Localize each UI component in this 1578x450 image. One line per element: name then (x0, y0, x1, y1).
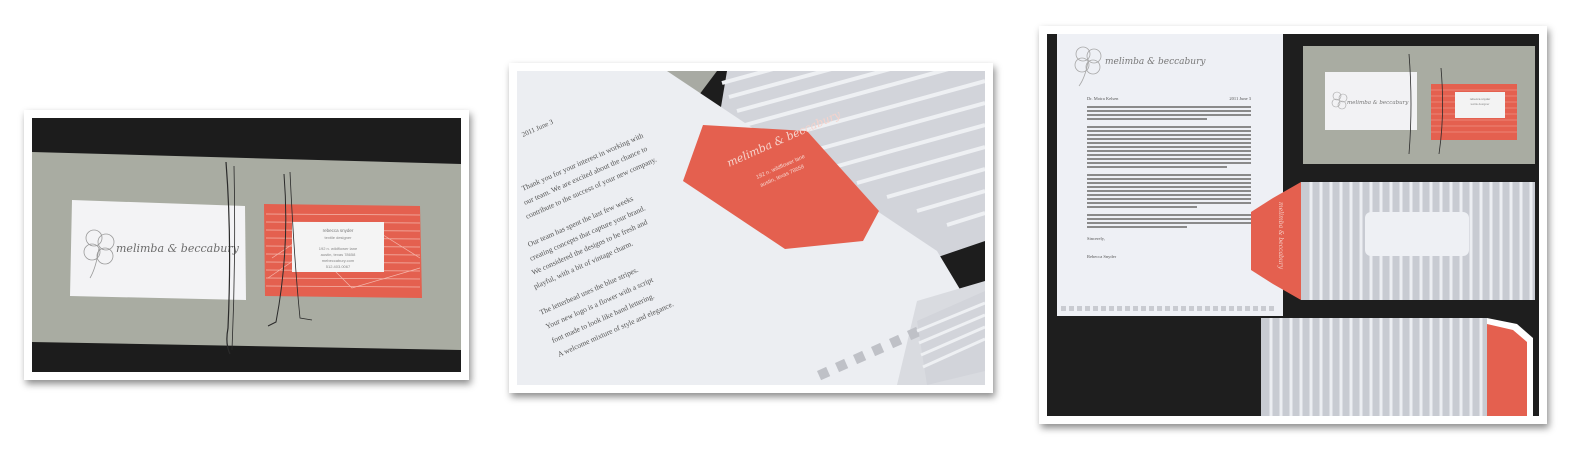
card-brand-text: melimba & beccabury (116, 242, 240, 255)
card-person-title: textile designer (325, 235, 353, 240)
photo-3-image: melimba & beccabury Dr. Moira Kelsen 201… (1047, 34, 1539, 416)
photo-3-scene: melimba & beccabury Dr. Moira Kelsen 201… (1047, 34, 1539, 416)
striped-envelope-bottom (1261, 318, 1533, 416)
striped-envelope-right: melimba & beccabury (1251, 182, 1535, 300)
letterhead-brand: melimba & beccabury (1105, 57, 1206, 67)
photo-1-image: melimba & beccabury rebecca snyder texti (32, 118, 461, 372)
photo-1-frame: melimba & beccabury rebecca snyder texti (24, 110, 469, 380)
card-email: mebeccabury.com (322, 258, 355, 263)
envelope-address-window (1365, 212, 1469, 256)
letterhead-sheet: melimba & beccabury Dr. Moira Kelsen 201… (1057, 34, 1283, 316)
coral-business-card: rebecca snyder textile designer 192 n. w… (264, 204, 422, 298)
photo-1-scene: melimba & beccabury rebecca snyder texti (32, 118, 461, 372)
coral-bottom-flap (1487, 324, 1527, 416)
coral-card-title: textile designer (1471, 102, 1490, 106)
letter-date: 2011 June 3 (1229, 96, 1251, 101)
coral-card-name: rebecca snyder (1470, 97, 1491, 101)
photo-2-image: 2011 June 3 Thank you for your interest … (517, 71, 985, 385)
white-business-card: melimba & beccabury (70, 200, 246, 300)
letter-signature: Rebecca Snyder (1087, 254, 1117, 259)
card-address: 192 n. wildflower lane (319, 246, 358, 251)
photo-2-scene: 2011 June 3 Thank you for your interest … (517, 71, 985, 385)
letter-salutation: Dr. Moira Kelsen (1087, 96, 1119, 101)
card-phone: 512.403.0067 (326, 264, 351, 269)
flap-brand-text: melimba & beccabury (1277, 202, 1284, 270)
card-city: austin, texas 78658 (321, 252, 356, 257)
photo-2-frame: 2011 June 3 Thank you for your interest … (509, 63, 993, 393)
card-person-name: rebecca snyder (323, 228, 354, 233)
white-card-brand: melimba & beccabury (1347, 100, 1409, 106)
photo-3-frame: melimba & beccabury Dr. Moira Kelsen 201… (1039, 26, 1547, 424)
gray-board-with-cards: melimba & beccabury rebecca snyder texti… (1303, 46, 1535, 164)
